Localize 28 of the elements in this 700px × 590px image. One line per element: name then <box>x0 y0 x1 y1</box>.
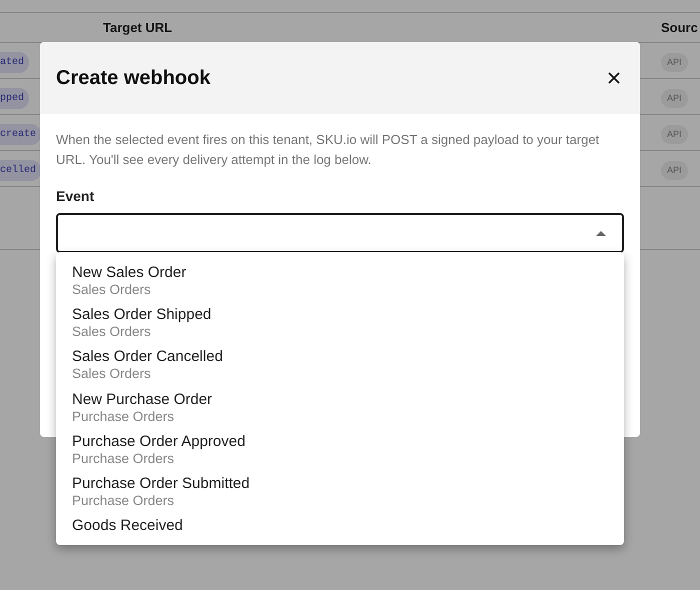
event-tag: celled <box>0 160 42 181</box>
field-label: Event <box>56 187 96 206</box>
option-label[interactable]: Purchase Order Approved <box>72 432 608 451</box>
option-label[interactable]: New Sales Order <box>72 264 608 282</box>
option-label[interactable]: New Purchase Order <box>72 390 608 409</box>
source-tag: API <box>661 88 688 108</box>
column-header: Target URL <box>103 20 172 35</box>
event-tag: create <box>0 124 42 145</box>
close-icon <box>608 72 620 84</box>
option-label[interactable]: Purchase Order Submitted <box>72 474 608 493</box>
description-text: When the selected event fires on this tenant, SKU.io will POST a signed payload to your target URL. You'll see every delivery attempt in the log below. <box>56 131 600 169</box>
option-group: Purchase Orders <box>72 492 608 510</box>
source-tag: API <box>661 52 688 72</box>
event-tag: ated <box>0 52 30 73</box>
option-group: Purchase Orders <box>72 450 608 467</box>
option-group: Sales Orders <box>72 366 608 383</box>
option-group: Sales Orders <box>72 282 608 298</box>
option-group: Sales Orders <box>72 324 608 340</box>
caret-icon <box>596 230 606 236</box>
option-label[interactable]: Sales Order Cancelled <box>72 348 608 366</box>
column-header: Sourc <box>661 20 698 35</box>
event-tag: pped <box>0 88 30 109</box>
source-tag: API <box>661 124 688 144</box>
option-group: Purchase Orders <box>72 408 608 425</box>
option-label[interactable]: Goods Received <box>72 517 608 536</box>
source-tag: API <box>661 160 688 180</box>
option-label[interactable]: Sales Order Shipped <box>72 306 608 324</box>
dialog-title: Create webhook <box>56 66 210 90</box>
